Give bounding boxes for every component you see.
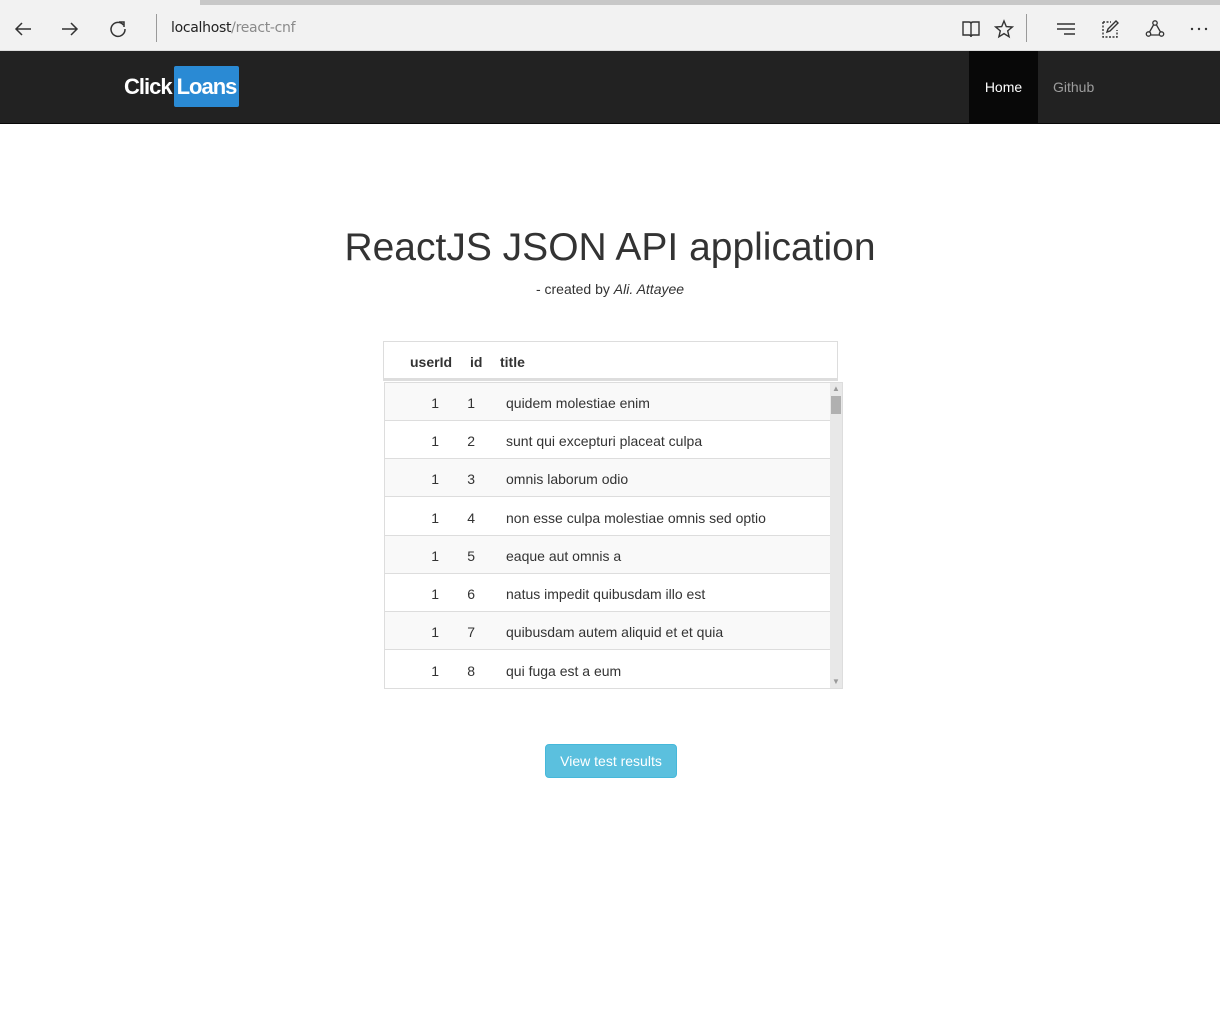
brand-logo[interactable]: Click Loans (124, 66, 240, 107)
cell-userid: 1 (431, 548, 439, 564)
scroll-thumb[interactable] (831, 396, 841, 414)
table-row: 1 2 sunt qui excepturi placeat culpa (385, 421, 831, 459)
cell-userid: 1 (431, 663, 439, 679)
cell-title: omnis laborum odio (506, 471, 629, 487)
cell-id: 1 (467, 395, 475, 411)
refresh-icon[interactable] (103, 14, 133, 44)
cell-id: 3 (467, 471, 475, 487)
toolbar-separator (1026, 14, 1027, 42)
table-header: userId id title (383, 341, 838, 381)
cell-title: quibusdam autem aliquid et et quia (506, 624, 724, 640)
column-header-userid[interactable]: userId (410, 354, 452, 370)
page-subtitle: - created by Ali. Attayee (0, 281, 1220, 297)
address-separator (156, 14, 157, 42)
cell-id: 6 (467, 586, 475, 602)
brand-logo-loans: Loans (173, 66, 240, 107)
cell-title: eaque aut omnis a (506, 548, 622, 564)
cell-userid: 1 (431, 471, 439, 487)
table-body[interactable]: 1 1 quidem molestiae enim 1 2 sunt qui e… (384, 382, 843, 689)
column-header-id[interactable]: id (470, 354, 482, 370)
cell-id: 7 (467, 624, 475, 640)
scroll-up-arrow-icon[interactable]: ▲ (830, 383, 842, 395)
cell-id: 4 (467, 510, 475, 526)
share-icon[interactable] (1140, 14, 1170, 44)
table-row: 1 8 qui fuga est a eum (385, 651, 831, 688)
author-name: Ali. Attayee (613, 281, 685, 297)
favorite-star-icon[interactable] (989, 14, 1019, 44)
cell-title: qui fuga est a eum (506, 663, 622, 679)
cell-title: sunt qui excepturi placeat culpa (506, 433, 703, 449)
cell-id: 5 (467, 548, 475, 564)
address-host: localhost (171, 20, 232, 36)
column-header-title[interactable]: title (500, 354, 525, 370)
table-row: 1 5 eaque aut omnis a (385, 536, 831, 574)
back-arrow-icon[interactable] (8, 14, 38, 44)
cell-userid: 1 (431, 586, 439, 602)
reading-view-icon[interactable] (956, 14, 986, 44)
cell-userid: 1 (431, 433, 439, 449)
address-path: /react-cnf (231, 20, 296, 36)
table-row: 1 7 quibusdam autem aliquid et et quia (385, 612, 831, 650)
more-icon[interactable] (1184, 14, 1214, 44)
nav-item-github[interactable]: Github (1038, 51, 1109, 123)
hub-icon[interactable] (1051, 14, 1081, 44)
browser-toolbar: localhost/react-cnf (0, 6, 1220, 51)
cell-id: 8 (467, 663, 475, 679)
cell-title: quidem molestiae enim (506, 395, 650, 411)
brand-logo-click: Click (124, 73, 173, 99)
view-test-results-button[interactable]: View test results (545, 744, 677, 778)
cell-title: non esse culpa molestiae omnis sed optio (506, 510, 766, 526)
subtitle-prefix: - created by (535, 281, 614, 297)
table-row: 1 4 non esse culpa molestiae omnis sed o… (385, 498, 831, 536)
web-note-icon[interactable] (1095, 14, 1125, 44)
table-row: 1 1 quidem molestiae enim (385, 383, 831, 421)
cell-title: natus impedit quibusdam illo est (506, 586, 706, 602)
scroll-down-arrow-icon[interactable]: ▼ (830, 676, 842, 688)
progress-fill (200, 0, 1220, 5)
site-navbar: Click Loans Home Github (0, 51, 1220, 124)
cell-userid: 1 (431, 624, 439, 640)
table-row: 1 6 natus impedit quibusdam illo est (385, 574, 831, 612)
forward-arrow-icon[interactable] (55, 14, 85, 44)
table-scrollbar[interactable]: ▲ ▼ (830, 383, 842, 688)
nav-item-home[interactable]: Home (969, 51, 1038, 123)
cell-id: 2 (467, 433, 475, 449)
address-bar[interactable]: localhost/react-cnf (171, 20, 296, 36)
table-row: 1 3 omnis laborum odio (385, 459, 831, 497)
page-title: ReactJS JSON API application (344, 226, 876, 269)
cell-userid: 1 (431, 395, 439, 411)
cell-userid: 1 (431, 510, 439, 526)
